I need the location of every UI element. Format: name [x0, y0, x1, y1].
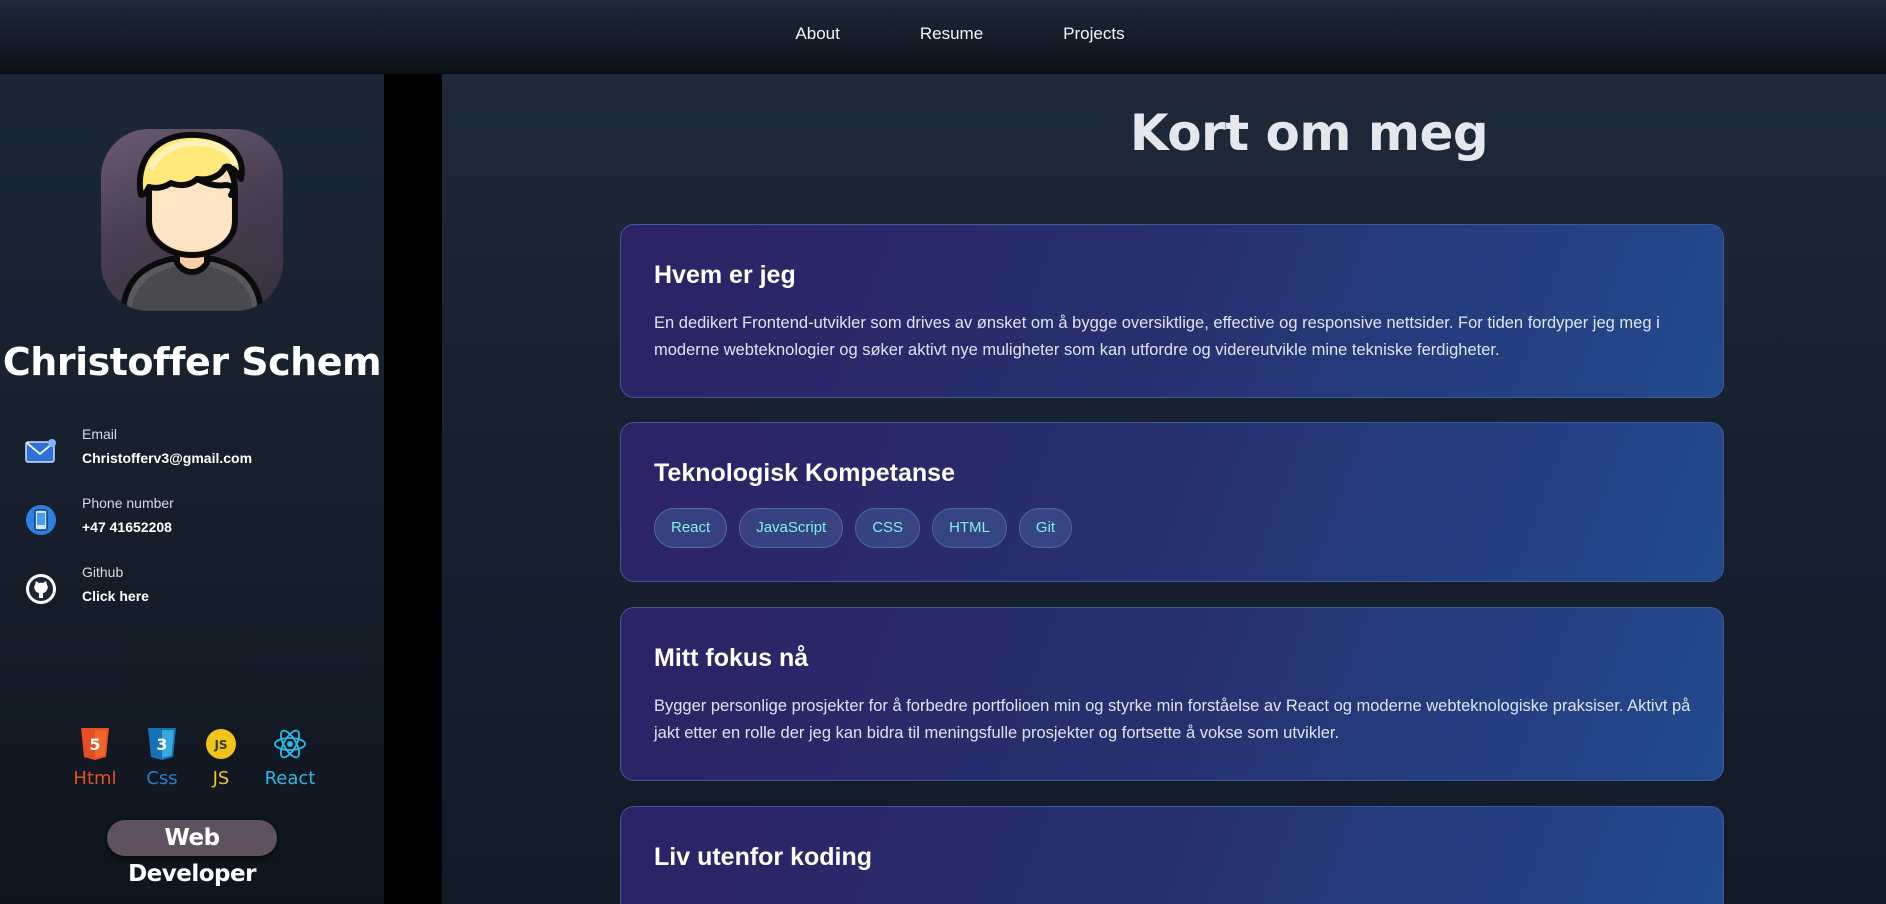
- skill-label-react: React: [264, 768, 316, 789]
- tech-tag: JavaScript: [739, 508, 844, 548]
- page-title: Kort om meg: [1129, 104, 1489, 162]
- contact-label-github: Github: [82, 564, 124, 580]
- card-heading: Teknologisk Kompetanse: [654, 459, 955, 487]
- email-value[interactable]: Christofferv3@gmail.com: [82, 450, 252, 466]
- tech-tag: Git: [1018, 508, 1073, 548]
- contact-github: Github Click here: [24, 564, 364, 614]
- tech-tag: CSS: [855, 508, 921, 548]
- card-heading: Mitt fokus nå: [654, 644, 809, 672]
- github-link[interactable]: Click here: [82, 588, 149, 604]
- html5-icon: 5: [81, 728, 109, 760]
- skill-label-js: JS: [212, 768, 230, 789]
- phone-icon: [24, 503, 58, 537]
- card-life: Liv utenfor koding: [620, 806, 1724, 904]
- svg-text:JS: JS: [213, 738, 227, 752]
- svg-text:3: 3: [156, 735, 167, 754]
- card-about: Hvem er jeg En dedikert Frontend-utvikle…: [620, 224, 1724, 398]
- phone-value[interactable]: +47 41652208: [82, 519, 172, 535]
- card-focus: Mitt fokus nå Bygger personlige prosjekt…: [620, 607, 1724, 781]
- skills-list: 5 Html 3 Css JS JS React: [60, 726, 330, 796]
- avatar: [101, 129, 283, 311]
- main-content[interactable]: Kort om meg Hvem er jeg En dedikert Fron…: [442, 74, 1886, 904]
- contact-phone: Phone number +47 41652208: [24, 495, 364, 545]
- css3-icon: 3: [148, 728, 176, 760]
- avatar-illustration: [119, 131, 265, 311]
- sidebar-divider: [384, 74, 442, 904]
- card-text: Bygger personlige prosjekter for å forbe…: [654, 697, 1691, 742]
- profile-sidebar: Christoffer Schem Email Christofferv3@gm…: [0, 74, 384, 904]
- mail-icon: [24, 434, 58, 468]
- react-icon: [274, 729, 306, 759]
- skill-html: 5 Html: [60, 726, 130, 789]
- card-heading: Liv utenfor koding: [654, 843, 873, 871]
- nav-link-projects[interactable]: Projects: [1063, 24, 1124, 44]
- skill-react: React: [255, 726, 325, 789]
- top-navigation-bar: About Resume Projects: [0, 0, 1886, 74]
- role-badge: Web Developer: [107, 820, 277, 887]
- main-nav: About Resume Projects: [0, 24, 1886, 44]
- contact-label-phone: Phone number: [82, 495, 174, 511]
- nav-link-resume[interactable]: Resume: [920, 24, 983, 44]
- tech-tag-list: React JavaScript CSS HTML Git: [654, 508, 1691, 548]
- contact-label-email: Email: [82, 426, 118, 442]
- nav-link-about[interactable]: About: [795, 24, 839, 44]
- card-text: En dedikert Frontend-utvikler som drives…: [654, 314, 1660, 359]
- js-icon: JS: [206, 729, 236, 759]
- github-icon: [24, 572, 58, 606]
- contact-email: Email Christofferv3@gmail.com: [24, 426, 364, 476]
- profile-name: Christoffer Schem: [2, 340, 382, 384]
- skill-label-html: Html: [73, 768, 117, 789]
- card-heading: Hvem er jeg: [654, 261, 796, 289]
- card-skills: Teknologisk Kompetanse React JavaScript …: [620, 422, 1724, 582]
- tech-tag: React: [654, 508, 728, 548]
- tech-tag: HTML: [932, 508, 1007, 548]
- svg-text:5: 5: [89, 735, 100, 754]
- skill-js: JS JS: [186, 726, 256, 789]
